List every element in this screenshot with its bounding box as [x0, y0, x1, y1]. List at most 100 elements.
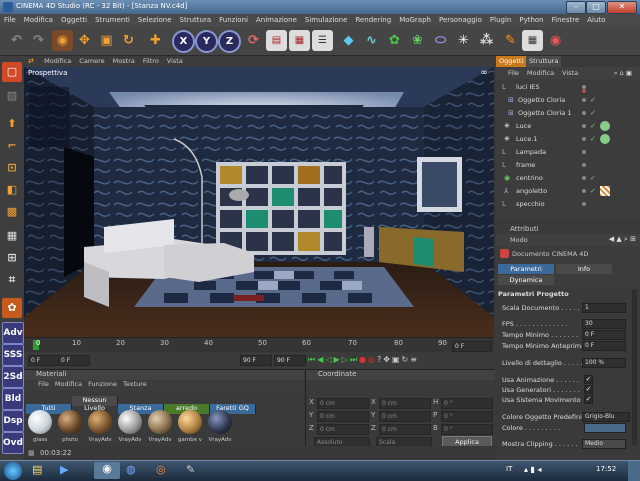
spline-icon[interactable]: ∿	[361, 30, 382, 51]
menu-animazione[interactable]: Animazione	[252, 14, 301, 26]
size-z-field[interactable]: 0 cm	[379, 424, 431, 435]
autokey-icon[interactable]: ◎	[368, 355, 377, 364]
om-menu-modifica[interactable]: Modifica	[523, 67, 558, 79]
preview-start-field[interactable]: 0 F	[58, 355, 90, 366]
vp-menu-vista[interactable]: Vista	[163, 56, 187, 66]
menu-file[interactable]: File	[0, 14, 20, 26]
attributes-scrollbar[interactable]	[632, 289, 637, 445]
om-menu-file[interactable]: File	[496, 67, 523, 79]
points-mode-icon[interactable]: ⊡	[2, 158, 22, 178]
workplane-icon[interactable]: ▦	[2, 226, 22, 246]
colore-swatch[interactable]	[584, 423, 626, 433]
ovd-button[interactable]: Ovd	[2, 432, 24, 454]
object-row[interactable]: ◉ centrino ✓	[496, 172, 640, 184]
play-icon[interactable]: ▶	[334, 355, 342, 364]
add-tool-icon[interactable]: ✚	[145, 30, 166, 51]
language-indicator[interactable]: IT	[506, 465, 512, 473]
rotation-key-icon[interactable]: ↻	[402, 355, 411, 364]
menu-oggetti[interactable]: Oggetti	[57, 14, 91, 26]
render-view-icon[interactable]: ▤	[266, 30, 287, 51]
maximize-button[interactable]: □	[586, 1, 606, 14]
menu-strumenti[interactable]: Strumenti	[91, 14, 134, 26]
tray-icons[interactable]: ▴ ▮ ◂	[524, 465, 542, 474]
position-x-field[interactable]: 0 cm	[317, 398, 369, 409]
x-axis-lock-button[interactable]: X	[172, 30, 195, 53]
menu-mograph[interactable]: MoGraph	[395, 14, 435, 26]
calculator-icon[interactable]: ▦	[522, 30, 543, 51]
menu-personaggio[interactable]: Personaggio	[435, 14, 486, 26]
object-row[interactable]: ✳ Luce.1 ✓	[496, 133, 640, 145]
close-button[interactable]: ✕	[607, 1, 637, 14]
visibility-dot[interactable]	[582, 124, 586, 128]
material-swatch-glass[interactable]	[28, 410, 52, 434]
snap-icon[interactable]: ⊞	[2, 248, 22, 268]
menu-funzioni[interactable]: Funzioni	[215, 14, 252, 26]
next-key-icon[interactable]: ▷	[342, 355, 350, 364]
object-row[interactable]: ✳ Luce ✓	[496, 120, 640, 132]
position-y-field[interactable]: 0 cm	[317, 411, 369, 422]
render-settings-icon[interactable]: ☰	[312, 30, 333, 51]
size-y-field[interactable]: 0 cm	[379, 411, 431, 422]
mat-menu-texture[interactable]: Texture	[123, 380, 147, 388]
bld-button[interactable]: Bld	[2, 388, 24, 410]
position-z-field[interactable]: 0 cm	[317, 424, 369, 435]
polygons-mode-icon[interactable]: ▩	[2, 202, 22, 222]
model-mode-icon[interactable]: ⬆	[2, 114, 22, 134]
visibility-dot[interactable]	[582, 150, 586, 154]
tab-info[interactable]: Info	[556, 264, 612, 274]
start-frame-field[interactable]: 0 F	[28, 355, 60, 366]
object-row[interactable]: L specchio	[496, 198, 640, 210]
light-icon[interactable]: ✳	[453, 30, 474, 51]
visibility-dot[interactable]	[582, 189, 586, 193]
firefox-icon[interactable]: ◎	[156, 463, 166, 476]
usa-generatori-checkbox[interactable]: ✓	[584, 385, 593, 394]
undo-icon[interactable]: ↶	[6, 30, 27, 51]
size-x-field[interactable]: 0 cm	[379, 398, 431, 409]
enabled-check[interactable]: ✓	[590, 185, 596, 197]
scale-icon[interactable]: ▣	[96, 30, 117, 51]
object-row[interactable]: ⊞ Oggetto Cloria 1 ✓	[496, 107, 640, 119]
menu-finestre[interactable]: Finestre	[548, 14, 584, 26]
attributes-mode-menu[interactable]: Modo	[510, 236, 528, 244]
menu-plugin[interactable]: Plugin	[486, 14, 515, 26]
minimize-button[interactable]: –	[566, 1, 586, 14]
cinema4d-taskbar-button[interactable]: ◉	[94, 462, 120, 479]
livello-dettaglio-field[interactable]: 100 %	[582, 358, 626, 368]
z-axis-lock-button[interactable]: Z	[218, 30, 241, 53]
timeline-menu-icon[interactable]: ≡	[410, 355, 419, 364]
material-swatch-photo[interactable]	[58, 410, 82, 434]
visibility-dot[interactable]	[582, 137, 586, 141]
menu-selezione[interactable]: Selezione	[134, 14, 176, 26]
om-menu-vista[interactable]: Vista	[558, 67, 582, 79]
scene-icon[interactable]: ⁂	[476, 30, 497, 51]
rotation-p-field[interactable]: 0 °	[441, 411, 493, 422]
render-dot[interactable]	[582, 89, 586, 93]
tempo-minimo-field[interactable]: 0 F	[582, 330, 626, 340]
adv-button[interactable]: Adv	[2, 322, 24, 344]
visibility-dot[interactable]	[582, 176, 586, 180]
media-player-icon[interactable]: ▶	[60, 463, 68, 476]
mat-menu-funzione[interactable]: Funzione	[88, 380, 117, 388]
object-row[interactable]: L Lampada	[496, 146, 640, 158]
rotation-h-field[interactable]: 0 °	[441, 398, 493, 409]
rotate-icon[interactable]: ↻	[118, 30, 139, 51]
object-axis-icon[interactable]: ⌐	[2, 136, 22, 156]
vp-menu-mostra[interactable]: Mostra	[109, 56, 139, 66]
vp-menu-camere[interactable]: Camere	[75, 56, 108, 66]
2sd-button[interactable]: 2Sd	[2, 366, 24, 388]
mat-tab-nessun-livello[interactable]: Nessun Livello	[72, 396, 118, 412]
tempo-minimo-anteprima-field[interactable]: 0 F	[582, 341, 626, 351]
start-button[interactable]	[4, 462, 22, 480]
material-swatch-vray-4[interactable]	[208, 410, 232, 434]
y-axis-lock-button[interactable]: Y	[195, 30, 218, 53]
fps-field[interactable]: 30	[582, 319, 626, 329]
attributes-nav-icons[interactable]: ◀ ▲ ⌕ ⊞	[609, 235, 636, 244]
material-tag-icon[interactable]	[600, 186, 610, 196]
array-icon[interactable]: ❀	[407, 30, 428, 51]
clock[interactable]: 17:52	[596, 465, 616, 473]
enabled-check[interactable]: ✓	[590, 120, 596, 132]
menu-aiuto[interactable]: Aiuto	[583, 14, 609, 26]
scala-documento-field[interactable]: 1	[582, 303, 626, 313]
material-swatch-vray-2[interactable]	[118, 410, 142, 434]
menu-python[interactable]: Python	[515, 14, 547, 26]
